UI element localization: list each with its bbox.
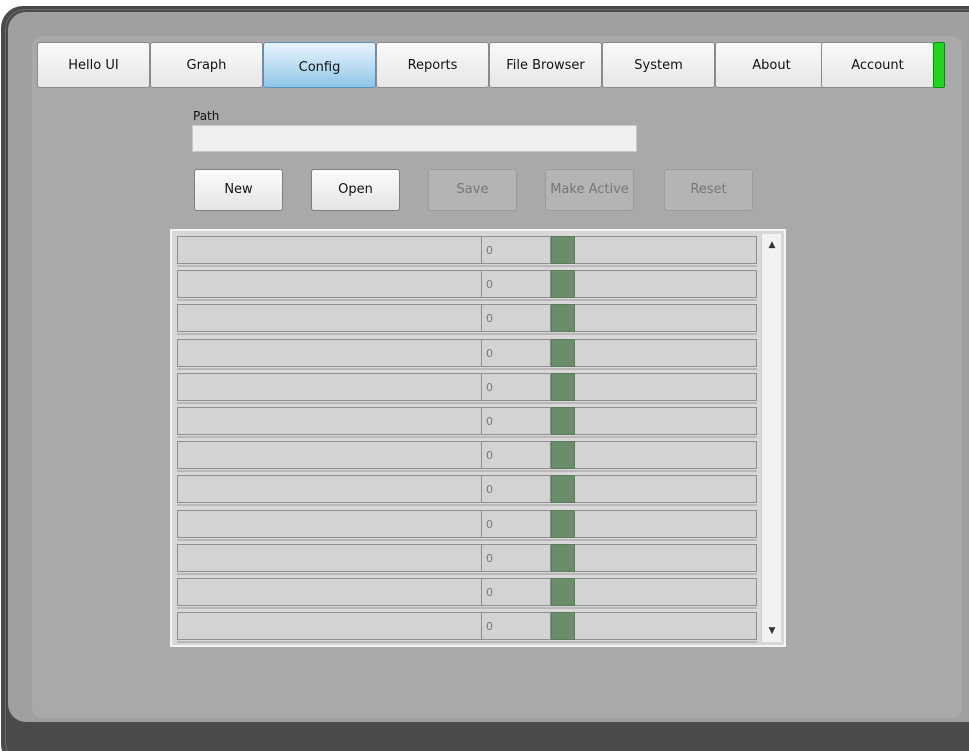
row-color-swatch[interactable] bbox=[551, 578, 575, 606]
tab-graph[interactable]: Graph bbox=[150, 42, 263, 88]
list-scrollbar[interactable]: ▲ ▼ bbox=[761, 234, 781, 642]
row-extra-field[interactable] bbox=[575, 236, 757, 264]
tab-file-browser[interactable]: File Browser bbox=[489, 42, 602, 88]
new-button[interactable]: New bbox=[194, 169, 283, 211]
row-color-swatch[interactable] bbox=[551, 475, 575, 504]
row-color-swatch[interactable] bbox=[551, 236, 575, 264]
list-row[interactable]: 0 bbox=[177, 441, 759, 473]
row-value-field[interactable]: 0 bbox=[481, 612, 551, 641]
row-extra-field[interactable] bbox=[575, 372, 757, 401]
list-row[interactable]: 0 bbox=[177, 543, 759, 575]
tab-hello-ui[interactable]: Hello UI bbox=[37, 42, 150, 88]
row-name-field[interactable] bbox=[177, 441, 481, 470]
row-name-field[interactable] bbox=[177, 338, 481, 367]
path-label: Path bbox=[193, 109, 220, 123]
row-color-swatch[interactable] bbox=[551, 270, 575, 299]
list-row[interactable]: 0 bbox=[177, 270, 759, 302]
list-row[interactable]: 0 bbox=[177, 338, 759, 370]
row-extra-field[interactable] bbox=[575, 612, 757, 641]
tab-system[interactable]: System bbox=[602, 42, 715, 88]
list-row[interactable]: 0 bbox=[177, 407, 759, 438]
row-name-field[interactable] bbox=[177, 304, 481, 333]
row-value-field[interactable]: 0 bbox=[481, 475, 551, 504]
row-color-swatch[interactable] bbox=[551, 441, 575, 470]
list-row[interactable]: 0 bbox=[177, 578, 759, 609]
row-color-swatch[interactable] bbox=[551, 372, 575, 401]
row-name-field[interactable] bbox=[177, 236, 481, 264]
row-name-field[interactable] bbox=[177, 372, 481, 401]
list-row[interactable]: 0 bbox=[177, 236, 759, 267]
row-extra-field[interactable] bbox=[575, 509, 757, 538]
tab-account[interactable]: Account bbox=[821, 42, 934, 88]
list-row[interactable]: 0 bbox=[177, 304, 759, 336]
row-value-field[interactable]: 0 bbox=[481, 270, 551, 299]
row-extra-field[interactable] bbox=[575, 270, 757, 299]
row-name-field[interactable] bbox=[177, 612, 481, 641]
config-list[interactable]: ▲ ▼ 0 0 0 0 0 0 0 0 0 0 0 0 bbox=[170, 229, 786, 647]
row-extra-field[interactable] bbox=[575, 304, 757, 333]
row-name-field[interactable] bbox=[177, 543, 481, 572]
row-value-field[interactable]: 0 bbox=[481, 236, 551, 264]
open-button[interactable]: Open bbox=[311, 169, 400, 211]
row-extra-field[interactable] bbox=[575, 441, 757, 470]
row-extra-field[interactable] bbox=[575, 578, 757, 606]
make-active-button[interactable]: Make Active bbox=[545, 169, 634, 211]
row-value-field[interactable]: 0 bbox=[481, 372, 551, 401]
list-row[interactable]: 0 bbox=[177, 475, 759, 507]
row-extra-field[interactable] bbox=[575, 475, 757, 504]
row-extra-field[interactable] bbox=[575, 407, 757, 435]
row-color-swatch[interactable] bbox=[551, 543, 575, 572]
scroll-down-icon[interactable]: ▼ bbox=[762, 622, 782, 640]
list-row[interactable]: 0 bbox=[177, 509, 759, 541]
row-name-field[interactable] bbox=[177, 270, 481, 299]
row-value-field[interactable]: 0 bbox=[481, 578, 551, 606]
tab-about[interactable]: About bbox=[715, 42, 828, 88]
scroll-up-icon[interactable]: ▲ bbox=[762, 236, 782, 254]
row-value-field[interactable]: 0 bbox=[481, 543, 551, 572]
save-button[interactable]: Save bbox=[428, 169, 517, 211]
row-name-field[interactable] bbox=[177, 475, 481, 504]
row-name-field[interactable] bbox=[177, 407, 481, 435]
tab-bar: Hello UI Graph Config Reports File Brows… bbox=[37, 42, 967, 88]
row-color-swatch[interactable] bbox=[551, 612, 575, 641]
row-value-field[interactable]: 0 bbox=[481, 441, 551, 470]
path-input[interactable] bbox=[192, 125, 637, 152]
row-value-field[interactable]: 0 bbox=[481, 509, 551, 538]
row-extra-field[interactable] bbox=[575, 338, 757, 367]
row-color-swatch[interactable] bbox=[551, 338, 575, 367]
status-indicator bbox=[933, 42, 945, 88]
tab-config[interactable]: Config bbox=[263, 42, 376, 88]
row-extra-field[interactable] bbox=[575, 543, 757, 572]
row-color-swatch[interactable] bbox=[551, 407, 575, 435]
row-name-field[interactable] bbox=[177, 509, 481, 538]
list-row[interactable]: 0 bbox=[177, 612, 759, 644]
row-color-swatch[interactable] bbox=[551, 509, 575, 538]
row-value-field[interactable]: 0 bbox=[481, 338, 551, 367]
row-color-swatch[interactable] bbox=[551, 304, 575, 333]
row-value-field[interactable]: 0 bbox=[481, 407, 551, 435]
list-row[interactable]: 0 bbox=[177, 372, 759, 404]
row-name-field[interactable] bbox=[177, 578, 481, 606]
reset-button[interactable]: Reset bbox=[664, 169, 753, 211]
row-value-field[interactable]: 0 bbox=[481, 304, 551, 333]
tab-reports[interactable]: Reports bbox=[376, 42, 489, 88]
